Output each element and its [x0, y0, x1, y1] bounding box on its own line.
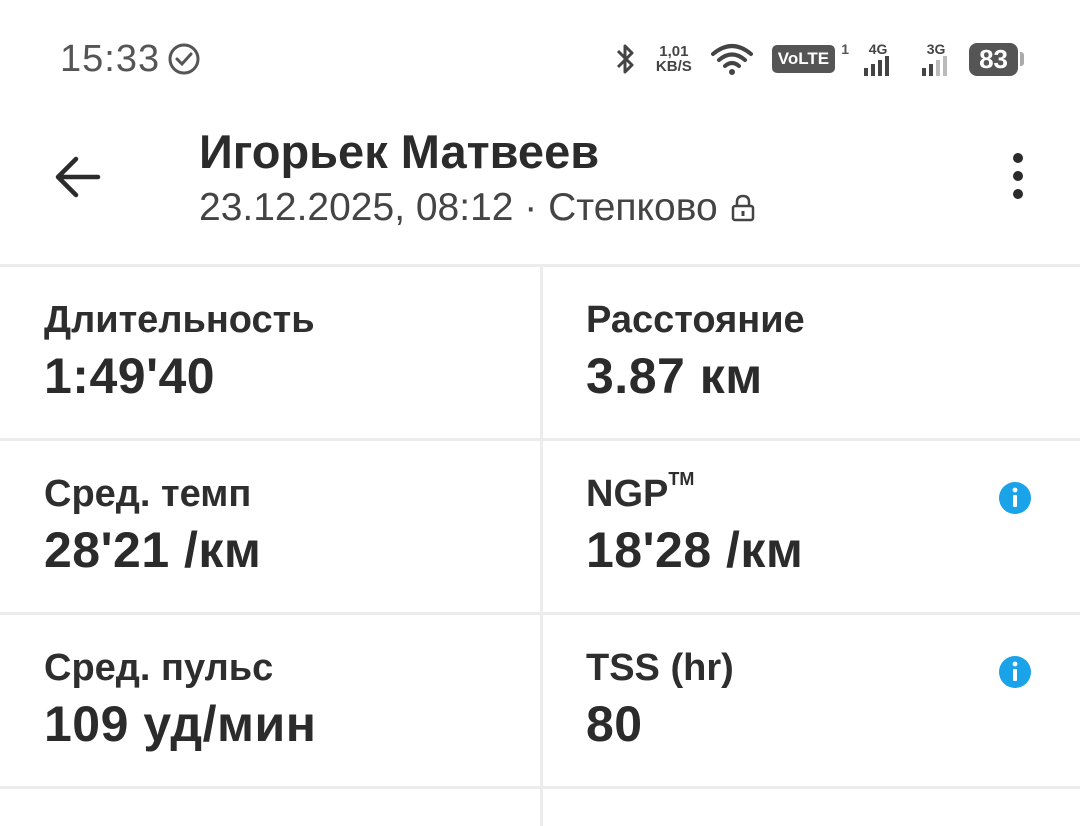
back-arrow-icon[interactable]: [50, 152, 106, 202]
volte-sim: 1: [841, 41, 850, 57]
status-bar: 15:33 1,01 KB/S VoLTE 1 4G 3G 83: [0, 0, 1080, 118]
stat-value: 80: [586, 696, 643, 752]
trademark-mark: TM: [668, 469, 695, 489]
stat-label: Расстояние: [586, 299, 805, 341]
stat-label: TSS (hr): [586, 647, 734, 689]
battery-tip: [1020, 52, 1024, 66]
stats-row: Сред. пульс 109 уд/мин TSS (hr) 80: [0, 612, 1080, 786]
info-icon[interactable]: [998, 481, 1032, 515]
stat-avg-hr: Сред. пульс 109 уд/мин: [0, 615, 540, 786]
signal-bars-icon: [922, 56, 948, 76]
stat-distance: Расстояние 3.87 км: [540, 267, 1080, 438]
activity-datetime-location: 23.12.2025, 08:12 · Степково: [199, 186, 718, 229]
network-speed-unit: KB/S: [655, 58, 692, 75]
bluetooth-icon: [616, 44, 634, 74]
stat-value: 18'28 /км: [586, 522, 804, 578]
volte-label: VoLTE: [777, 49, 830, 68]
stat-label: Сред. пульс: [44, 647, 274, 689]
stat-cell-empty: [0, 789, 540, 826]
stats-row: Длительность 1:49'40 Расстояние 3.87 км: [0, 264, 1080, 438]
activity-subtitle: 23.12.2025, 08:12 · Степково: [199, 186, 756, 230]
stats-row-partial: [0, 786, 1080, 826]
stat-label: NGPTM: [586, 469, 694, 516]
signal-4g-label: 4G: [868, 41, 888, 57]
wifi-icon: [710, 44, 753, 75]
network-speed-value: 1,01: [659, 43, 689, 60]
user-name: Игорьек Матвеев: [199, 125, 600, 178]
stats-grid: Длительность 1:49'40 Расстояние 3.87 км …: [0, 264, 1080, 826]
signal-4g: 4G: [863, 42, 893, 76]
battery-level: 83: [969, 42, 1018, 76]
signal-bars-icon: [864, 56, 890, 76]
network-speed: 1,01 KB/S: [656, 44, 692, 74]
stat-value: 28'21 /км: [44, 522, 262, 578]
lock-icon: [731, 194, 754, 222]
stat-tss: TSS (hr) 80: [540, 615, 1080, 786]
stat-cell-empty: [540, 789, 1080, 826]
stat-value: 109 уд/мин: [44, 696, 317, 752]
stats-row: Сред. темп 28'21 /км NGPTM 18'28 /км: [0, 438, 1080, 612]
stat-value: 1:49'40: [44, 348, 216, 404]
stat-label: Сред. темп: [44, 473, 252, 515]
signal-3g-label: 3G: [926, 41, 946, 57]
stat-ngp: NGPTM 18'28 /км: [540, 441, 1080, 612]
status-icons: 1,01 KB/S VoLTE 1 4G 3G 83: [614, 38, 1024, 80]
battery-indicator: 83: [969, 42, 1024, 76]
info-icon[interactable]: [998, 655, 1032, 689]
ngp-label-text: NGP: [586, 473, 669, 515]
more-vertical-icon[interactable]: [1000, 152, 1036, 202]
stat-value: 3.87 км: [586, 348, 763, 404]
signal-3g: 3G: [921, 42, 951, 76]
volte-badge: VoLTE 1: [771, 41, 849, 73]
status-time: 15:33: [60, 38, 161, 80]
stat-duration: Длительность 1:49'40: [0, 267, 540, 438]
stat-avg-pace: Сред. темп 28'21 /км: [0, 441, 540, 612]
activity-header: Игорьек Матвеев 23.12.2025, 08:12 · Степ…: [0, 118, 1080, 264]
stat-label: Длительность: [44, 299, 315, 341]
check-circle-icon: [168, 43, 200, 75]
